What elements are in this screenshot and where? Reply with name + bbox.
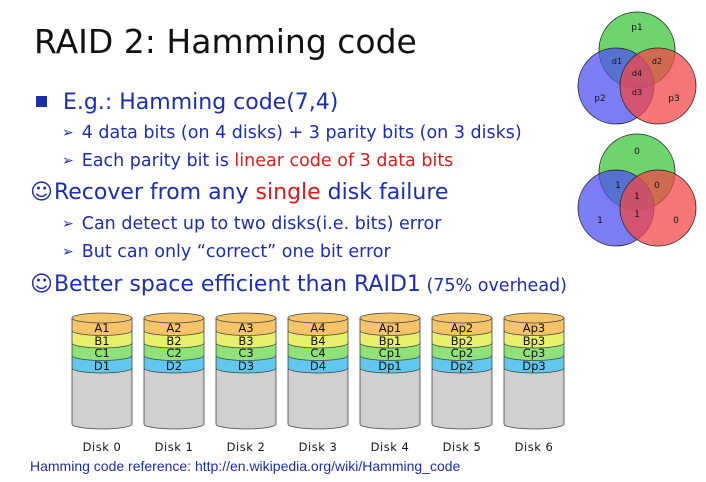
bullet-space-efficient: ☺Better space efficient than RAID1 (75% … <box>30 272 567 297</box>
venn-label-p3: p3 <box>668 94 679 104</box>
square-bullet-icon <box>36 96 47 107</box>
disk-body <box>287 367 349 430</box>
venn-diagram-values: 0 1 0 1 0 1 1 <box>572 128 702 250</box>
disk-5: Ap2 Bp2 Cp2 Dp2 Disk 5 <box>430 312 494 457</box>
venn-value-d3: 1 <box>634 210 640 220</box>
venn-label-p1: p1 <box>631 23 642 33</box>
smiley-icon: ☺ <box>30 272 53 297</box>
arrow-bullet-icon: ➢ <box>62 153 74 169</box>
arrow-bullet-icon: ➢ <box>62 125 74 141</box>
disk-array: A1 B1 C1 D1 Disk 0 A2 B2 C2 D2 Disk 1 A3 B3 C3 D3 Disk… <box>70 312 570 457</box>
disk-block-label: Dp2 <box>450 358 474 373</box>
disk-6: Ap3 Bp3 Cp3 Dp3 Disk 6 <box>502 312 566 457</box>
venn-value-d4: 1 <box>634 192 640 202</box>
disk-name-label: Disk 1 <box>154 440 194 454</box>
venn-label-d3: d3 <box>632 88 642 97</box>
slide-title: RAID 2: Hamming code <box>34 22 417 61</box>
venn-label-d4: d4 <box>632 69 642 78</box>
venn-value-p2: 1 <box>597 216 603 226</box>
disk-4: Ap1 Bp1 Cp1 Dp1 Disk 4 <box>358 312 422 457</box>
bullet-hamming-example: E.g.: Hamming code(7,4) <box>36 90 338 115</box>
venn-value-p3: 0 <box>673 216 679 226</box>
venn-diagram-labels: p1 p2 p3 d1 d2 d4 d3 <box>572 6 702 128</box>
disk-name-label: Disk 3 <box>298 440 338 454</box>
sub-bullet-parity-linear: ➢ Each parity bit is linear code of 3 dat… <box>62 151 454 171</box>
disk-body <box>215 367 277 430</box>
disk-body <box>431 367 493 430</box>
disk-body <box>503 367 565 430</box>
disk-block-label: Dp1 <box>378 358 402 373</box>
disk-name-label: Disk 5 <box>442 440 482 454</box>
smiley-icon: ☺ <box>30 180 53 205</box>
venn-value-d2: 0 <box>654 181 660 191</box>
disk-block-label: D1 <box>93 358 111 373</box>
venn-label-p2: p2 <box>594 94 605 104</box>
disk-3: A4 B4 C4 D4 Disk 3 <box>286 312 350 457</box>
venn-value-d1: 1 <box>615 181 621 191</box>
disk-body <box>359 367 421 430</box>
arrow-bullet-icon: ➢ <box>62 216 74 232</box>
reference-note: Hamming code reference: http://en.wikipe… <box>30 458 461 474</box>
venn-value-p1: 0 <box>634 147 640 157</box>
disk-2: A3 B3 C3 D3 Disk 2 <box>214 312 278 457</box>
disk-body <box>71 367 133 430</box>
disk-body <box>143 367 205 430</box>
bullet-recover: ☺Recover from any single disk failure <box>30 180 449 205</box>
disk-name-label: Disk 2 <box>226 440 266 454</box>
disk-0: A1 B1 C1 D1 Disk 0 <box>70 312 134 457</box>
sub-bullet-data-parity: ➢ 4 data bits (on 4 disks) + 3 parity bit… <box>62 123 522 143</box>
disk-name-label: Disk 0 <box>82 440 122 454</box>
disk-name-label: Disk 4 <box>370 440 410 454</box>
disk-block-label: D4 <box>309 358 327 373</box>
disk-block-label: D2 <box>165 358 183 373</box>
disk-block-label: Dp3 <box>522 358 546 373</box>
disk-block-label: D3 <box>237 358 255 373</box>
venn-label-d1: d1 <box>612 57 622 66</box>
arrow-bullet-icon: ➢ <box>62 244 74 260</box>
sub-bullet-detect: ➢ Can detect up to two disks(i.e. bits) e… <box>62 214 442 234</box>
venn-label-d2: d2 <box>652 57 662 66</box>
disk-name-label: Disk 6 <box>514 440 554 454</box>
sub-bullet-correct: ➢ But can only “correct” one bit error <box>62 242 391 262</box>
disk-1: A2 B2 C2 D2 Disk 1 <box>142 312 206 457</box>
